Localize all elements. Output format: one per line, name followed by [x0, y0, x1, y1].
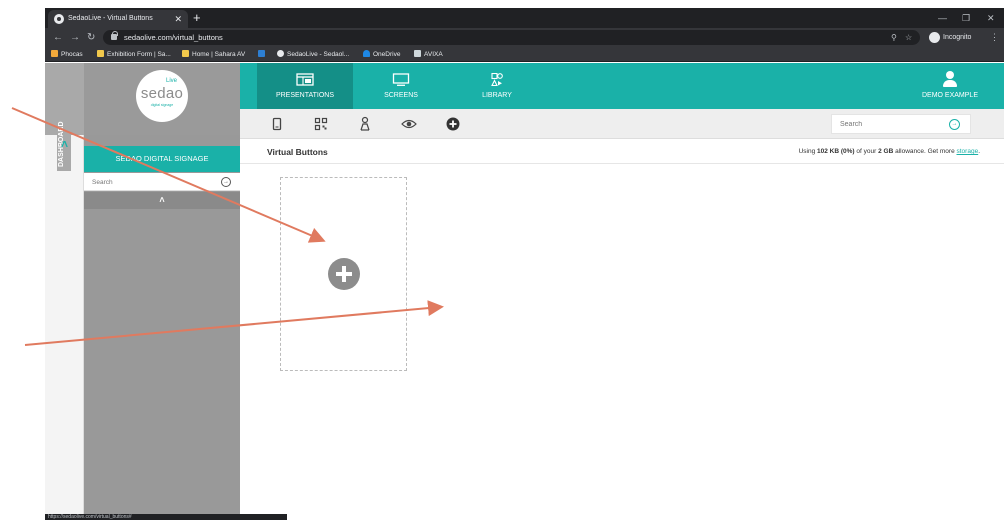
user-menu[interactable]: DEMO EXAMPLE: [900, 63, 1000, 109]
minimize-window-icon[interactable]: —: [938, 8, 947, 28]
search-go-icon[interactable]: →: [949, 119, 960, 130]
user-name: DEMO EXAMPLE: [921, 92, 978, 99]
sidebar-search: →: [84, 173, 240, 191]
add-virtual-button-card[interactable]: [280, 177, 407, 371]
sidebar: Live sedao digital signage SEDAO DIGITAL…: [84, 63, 240, 520]
bookmarks-bar: Phocas Exhibition Form | Sa... Home | Sa…: [45, 47, 1004, 62]
bookmark-exhibition-form[interactable]: Exhibition Form | Sa...: [97, 47, 171, 62]
tab-screens-label: SCREENS: [384, 92, 418, 99]
restore-window-icon[interactable]: ❐: [962, 8, 970, 28]
dashboard-rail: DASHBOARD ˄: [45, 63, 84, 520]
eye-icon[interactable]: [400, 115, 418, 133]
sidebar-collapse-chevron-icon[interactable]: ˄: [84, 192, 240, 209]
tab-screens[interactable]: SCREENS: [353, 63, 449, 109]
reload-icon[interactable]: ↻: [87, 28, 95, 47]
user-icon: [943, 71, 957, 87]
browser-status-bar: https://sedaolive.com/virtual_buttons#: [45, 514, 287, 520]
sidebar-title[interactable]: SEDAO DIGITAL SIGNAGE: [84, 146, 240, 172]
site-favicon-icon: [277, 50, 284, 57]
bookmark-sahara-av[interactable]: Home | Sahara AV: [182, 47, 245, 62]
monitor-icon: [392, 73, 410, 86]
folder-icon: [182, 50, 189, 57]
site-icon: [258, 50, 265, 57]
page-title: Virtual Buttons: [267, 147, 328, 157]
browser-tab-bar: SedaoLive - Virtual Buttons ✕ + — ❐ ✕: [45, 8, 1004, 28]
new-tab-button[interactable]: +: [193, 8, 201, 28]
sedao-app: DASHBOARD ˄ Live sedao digital signage S…: [45, 63, 1004, 520]
cloud-icon: [363, 50, 370, 57]
toolbar-search: →: [831, 114, 971, 134]
bookmark-sedaolive[interactable]: SedaoLive - Sedaol...: [277, 47, 349, 62]
person-icon[interactable]: [356, 115, 374, 133]
incognito-icon: [929, 32, 940, 43]
toolbar: →: [240, 109, 1004, 139]
browser-window: SedaoLive - Virtual Buttons ✕ + — ❐ ✕ ← …: [45, 8, 1004, 520]
url-text: sedaolive.com/virtual_buttons: [124, 33, 223, 42]
url-input[interactable]: sedaolive.com/virtual_buttons ⚲ ☆: [103, 30, 920, 45]
tab-presentations[interactable]: PRESENTATIONS: [257, 63, 353, 109]
close-window-icon[interactable]: ✕: [987, 8, 995, 28]
sidebar-search-input[interactable]: [92, 176, 212, 188]
tab-presentations-label: PRESENTATIONS: [275, 92, 335, 99]
screenshot-root: SedaoLive - Virtual Buttons ✕ + — ❐ ✕ ← …: [0, 0, 1004, 520]
logo-text: sedao: [140, 85, 184, 102]
browser-address-bar: ← → ↻ sedaolive.com/virtual_buttons ⚲ ☆ …: [45, 28, 1004, 47]
bookmark-phocas[interactable]: Phocas: [51, 47, 83, 62]
main-panel: PRESENTATIONS SCREENS LIBRARY DEMO EXAMP…: [240, 63, 1004, 520]
chevron-up-icon[interactable]: ˄: [45, 135, 84, 153]
storage-link[interactable]: storage: [957, 148, 979, 155]
tab-library[interactable]: LIBRARY: [449, 63, 545, 109]
search-go-icon[interactable]: →: [221, 177, 231, 187]
presentation-icon: [296, 73, 314, 86]
logo-live-text: Live: [166, 78, 178, 84]
bookmark-avixa[interactable]: AVIXA: [414, 47, 443, 62]
add-icon[interactable]: [444, 115, 462, 133]
zoom-icon[interactable]: ⚲: [891, 30, 897, 45]
library-icon: [491, 73, 503, 86]
content-header: Virtual Buttons Using 102 KB (0%) of you…: [240, 140, 1004, 164]
incognito-indicator[interactable]: Incognito: [929, 30, 971, 45]
site-icon: [414, 50, 421, 57]
bookmark-icon: [51, 50, 58, 57]
lock-icon: [111, 31, 118, 40]
back-arrow-icon[interactable]: ←: [53, 28, 63, 47]
tab-library-label: LIBRARY: [482, 92, 512, 99]
bookmark-star-icon[interactable]: ☆: [905, 30, 912, 45]
logo-tagline: digital signage: [150, 103, 174, 107]
logo-area: Live sedao digital signage: [84, 63, 240, 135]
close-tab-icon[interactable]: ✕: [174, 10, 182, 28]
qr-code-icon[interactable]: [312, 115, 330, 133]
mobile-icon[interactable]: [268, 115, 286, 133]
plus-circle-icon[interactable]: [328, 258, 360, 290]
tab-title: SedaoLive - Virtual Buttons: [68, 15, 153, 22]
incognito-label: Incognito: [943, 34, 972, 41]
bookmark-onedrive[interactable]: OneDrive: [363, 47, 400, 62]
browser-menu-icon[interactable]: ⋮: [990, 28, 999, 47]
browser-tab[interactable]: SedaoLive - Virtual Buttons ✕: [48, 10, 188, 28]
site-favicon-icon: [54, 14, 64, 24]
bookmark-blank[interactable]: [258, 47, 268, 62]
toolbar-search-input[interactable]: [840, 118, 940, 131]
storage-usage: Using 102 KB (0%) of your 2 GB allowance…: [798, 148, 980, 155]
forward-arrow-icon[interactable]: →: [70, 28, 80, 47]
top-navigation: PRESENTATIONS SCREENS LIBRARY DEMO EXAMP…: [240, 63, 1004, 109]
sedao-logo[interactable]: Live sedao digital signage: [136, 70, 188, 122]
folder-icon: [97, 50, 104, 57]
